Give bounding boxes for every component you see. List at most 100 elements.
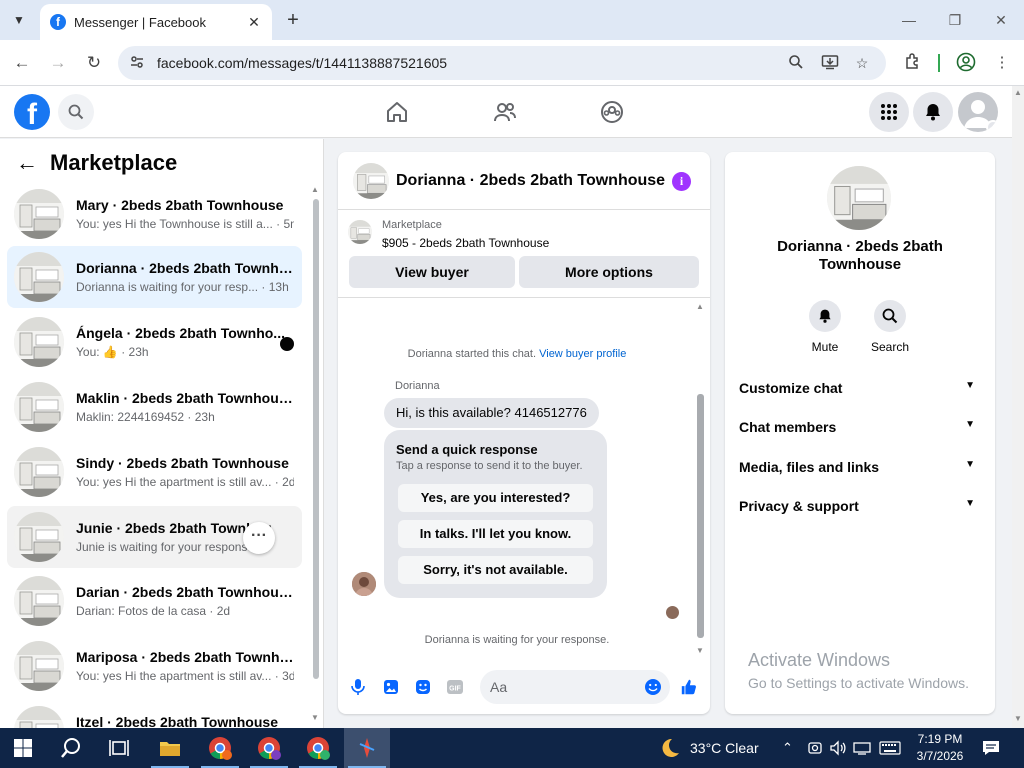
conversation-thumbnail: [14, 576, 64, 626]
chat-scrollbar[interactable]: [697, 394, 704, 638]
emoji-icon[interactable]: [644, 678, 662, 696]
sidebar-scrollbar[interactable]: [313, 199, 319, 679]
taskbar-search-icon[interactable]: [48, 728, 94, 768]
extensions-icon[interactable]: [902, 52, 924, 74]
windows-start-icon[interactable]: [0, 728, 46, 768]
window-close-icon[interactable]: ✕: [986, 8, 1016, 32]
page-scroll-up-icon[interactable]: ▲: [1014, 88, 1022, 97]
gif-icon[interactable]: GIF: [446, 678, 464, 696]
view-buyer-profile-link[interactable]: View buyer profile: [539, 348, 626, 360]
facebook-search-icon[interactable]: [58, 94, 94, 130]
chrome-profile-1-icon[interactable]: [197, 728, 243, 768]
install-app-icon[interactable]: [820, 54, 840, 72]
network-icon[interactable]: [853, 728, 871, 768]
chat-members-section[interactable]: Chat members ▼: [739, 419, 981, 439]
listing-thumbnail[interactable]: [348, 220, 372, 244]
window-restore-icon[interactable]: ❐: [940, 8, 970, 32]
conversation-item[interactable]: Mariposa · 2beds 2bath Townho... You: yes…: [7, 635, 302, 697]
task-view-icon[interactable]: [96, 728, 142, 768]
facebook-logo-icon[interactable]: f: [14, 94, 50, 130]
clock-date: 3/7/2026: [916, 749, 964, 763]
tab-search-chevron-icon[interactable]: ▼: [6, 8, 32, 32]
active-app-icon[interactable]: [344, 728, 390, 768]
privacy-support-section[interactable]: Privacy & support ▼: [739, 498, 981, 518]
site-info-icon[interactable]: [128, 54, 146, 72]
chrome-profile-2-icon[interactable]: [246, 728, 292, 768]
home-icon[interactable]: [383, 98, 411, 126]
search-icon[interactable]: [874, 300, 906, 332]
microphone-icon[interactable]: [349, 678, 367, 696]
notifications-bell-icon[interactable]: [913, 92, 953, 132]
like-thumb-icon[interactable]: [680, 678, 698, 696]
quick-response-option[interactable]: Yes, are you interested?: [398, 484, 593, 512]
bookmark-star-icon[interactable]: ☆: [852, 54, 872, 72]
menu-grid-icon[interactable]: [869, 92, 909, 132]
groups-icon[interactable]: [598, 98, 626, 126]
conversation-item[interactable]: Dorianna · 2beds 2bath Townho... Dorianna…: [7, 246, 302, 308]
conversation-info-icon[interactable]: i: [672, 172, 691, 191]
account-avatar[interactable]: ⌄: [958, 92, 998, 132]
conversation-item[interactable]: Darian · 2beds 2bath Townhouse Darian: Fo…: [7, 570, 302, 632]
reload-icon[interactable]: ↻: [82, 51, 106, 75]
zoom-icon[interactable]: [786, 54, 806, 72]
weather-widget[interactable]: 33°C Clear: [658, 728, 759, 768]
tab-close-icon[interactable]: ✕: [246, 14, 262, 31]
conversation-snippet: Darian: Fotos de la casa · 2d: [76, 604, 231, 618]
tray-expand-icon[interactable]: ⌃: [782, 728, 793, 768]
quick-response-option[interactable]: In talks. I'll let you know.: [398, 520, 593, 548]
keyboard-icon[interactable]: [879, 728, 901, 768]
search-action[interactable]: Search: [860, 300, 920, 354]
page-scroll-down-icon[interactable]: ▼: [1014, 714, 1022, 723]
facebook-favicon-icon: f: [50, 14, 66, 30]
tray-webcam-icon[interactable]: [807, 728, 823, 768]
incoming-message-bubble[interactable]: Hi, is this available? 4146512776: [384, 398, 599, 428]
volume-icon[interactable]: [829, 728, 847, 768]
notification-center-icon[interactable]: [982, 728, 1000, 768]
message-input[interactable]: Aa: [480, 670, 670, 704]
mute-action[interactable]: Mute: [795, 300, 855, 354]
chat-listing-thumbnail[interactable]: [353, 163, 389, 199]
conversation-name: Maklin · 2beds 2bath Townhouse: [76, 390, 294, 406]
conversation-item[interactable]: Maklin · 2beds 2bath Townhouse Maklin: 22…: [7, 376, 302, 438]
chrome-profile-3-icon[interactable]: [295, 728, 341, 768]
conversation-item[interactable]: Sindy · 2beds 2bath Townhouse You: yes Hi…: [7, 441, 302, 503]
back-arrow-icon[interactable]: ←: [16, 150, 42, 176]
chat-title: Dorianna · 2beds 2bath Townhouse: [396, 172, 666, 189]
conversation-item[interactable]: Junie · 2beds 2bath Townhou Junie is wait…: [7, 506, 302, 568]
conversation-item[interactable]: Itzel · 2beds 2bath Townhouse: [7, 700, 302, 728]
chat-scroll-up-icon[interactable]: ▲: [696, 302, 704, 311]
browser-tab-messenger[interactable]: f Messenger | Facebook ✕: [40, 4, 272, 40]
sidebar-header: ← Marketplace: [16, 149, 177, 177]
listing-price-title[interactable]: $905 - 2beds 2bath Townhouse: [382, 236, 549, 250]
profile-icon[interactable]: [955, 52, 977, 74]
sticker-icon[interactable]: [414, 678, 432, 696]
back-arrow-icon[interactable]: ←: [10, 51, 34, 75]
friends-icon[interactable]: [491, 98, 519, 126]
conversation-avatar[interactable]: [827, 166, 891, 230]
more-options-button[interactable]: More options: [519, 256, 699, 288]
chat-scroll-down-icon[interactable]: ▼: [696, 646, 704, 655]
forward-arrow-icon[interactable]: →: [46, 51, 70, 75]
page-scrollbar[interactable]: ▲ ▼: [1012, 86, 1024, 728]
quick-response-option[interactable]: Sorry, it's not available.: [398, 556, 593, 584]
mute-bell-icon[interactable]: [809, 300, 841, 332]
view-buyer-button[interactable]: View buyer: [349, 256, 515, 288]
file-explorer-icon[interactable]: [147, 728, 193, 768]
media-files-links-section[interactable]: Media, files and links ▼: [739, 459, 981, 479]
address-bar[interactable]: facebook.com/messages/t/1441138887521605…: [118, 46, 886, 80]
more-options-icon[interactable]: ···: [243, 522, 275, 554]
window-minimize-icon[interactable]: —: [894, 8, 924, 32]
photo-icon[interactable]: [382, 678, 400, 696]
taskbar-clock[interactable]: 7:19 PM 3/7/2026: [906, 731, 974, 765]
customize-chat-section[interactable]: Customize chat ▼: [739, 380, 981, 400]
new-tab-icon[interactable]: +: [282, 9, 304, 31]
conversation-item[interactable]: Ángela · 2beds 2bath Townho... You: 👍 · 2…: [7, 311, 302, 373]
moon-icon: [662, 738, 679, 757]
scroll-down-arrow-icon[interactable]: ▼: [311, 713, 319, 722]
scroll-up-arrow-icon[interactable]: ▲: [311, 185, 319, 194]
browser-menu-icon[interactable]: ⋮: [991, 52, 1013, 74]
sender-avatar[interactable]: [352, 572, 376, 596]
browser-tab-bar: ▼ f Messenger | Facebook ✕ + — ❐ ✕: [0, 0, 1024, 40]
mute-label: Mute: [811, 340, 839, 354]
conversation-item[interactable]: Mary · 2beds 2bath Townhouse You: yes Hi …: [7, 183, 302, 245]
